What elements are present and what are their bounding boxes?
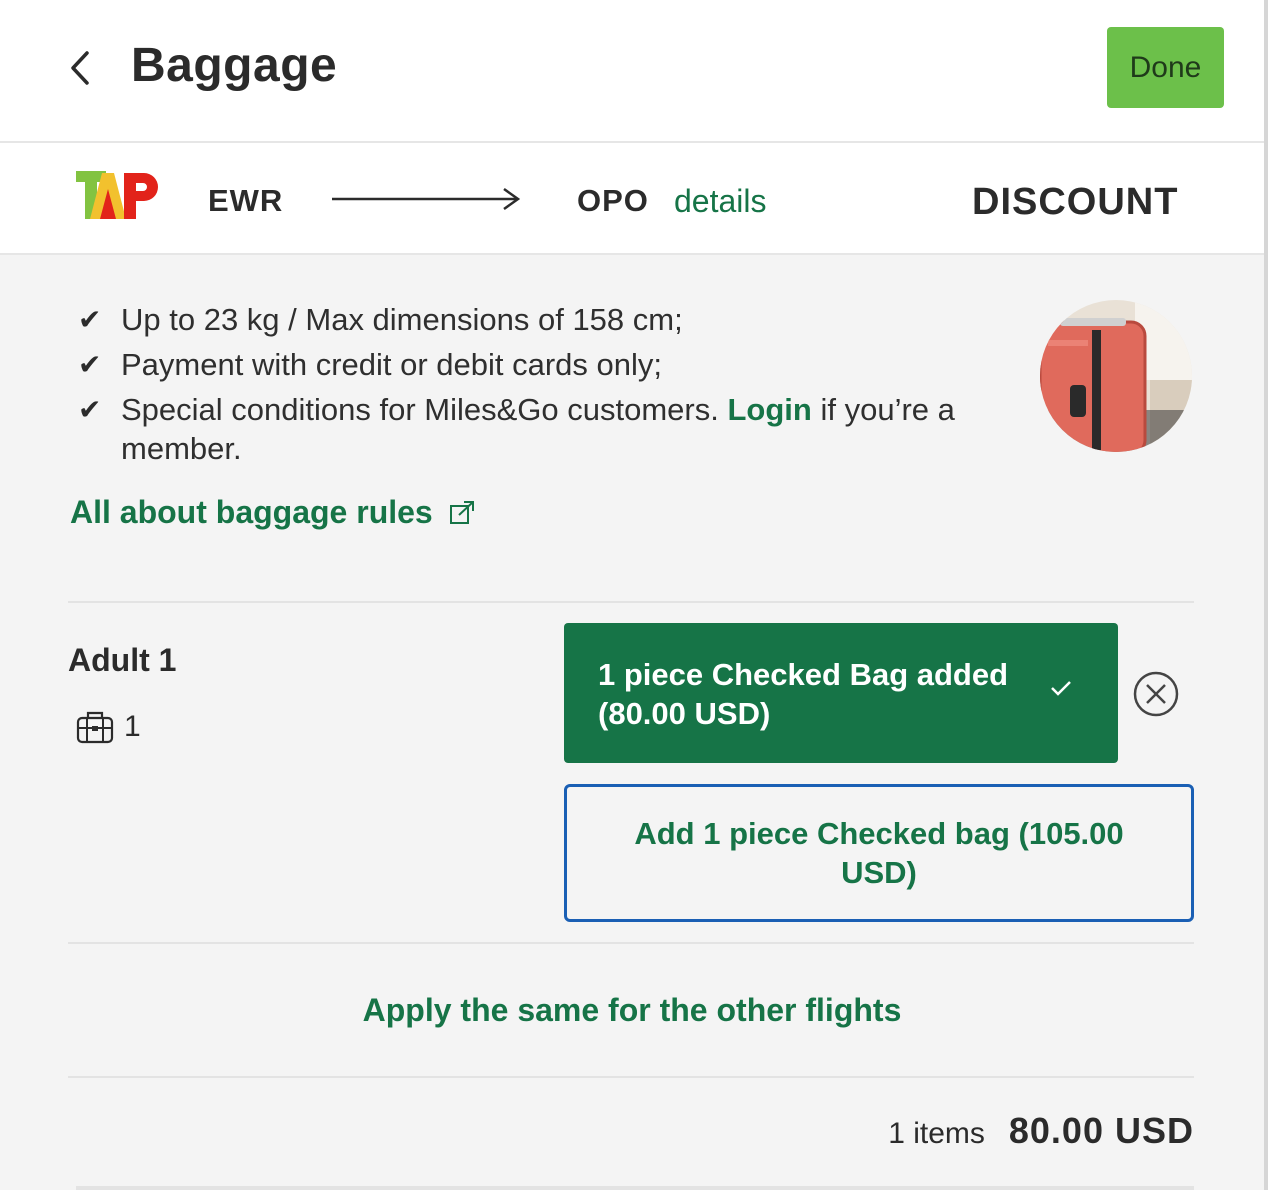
list-item: ✔ Up to 23 kg / Max dimensions of 158 cm… (78, 300, 978, 339)
remove-bag-icon[interactable] (1133, 671, 1179, 717)
header: Baggage Done (0, 0, 1264, 143)
checkmark-icon: ✔ (78, 304, 102, 335)
external-link-icon (449, 500, 474, 524)
suitcase-icon (76, 711, 114, 744)
passenger-name: Adult 1 (68, 642, 177, 678)
tap-airline-logo (76, 171, 158, 219)
flight-summary-bar: EWR OPO details DISCOUNT (0, 143, 1264, 255)
condition-text: Up to 23 kg / Max dimensions of 158 cm; (121, 302, 683, 337)
bag-count-value: 1 (124, 710, 141, 743)
page-title: Baggage (131, 39, 338, 92)
check-icon (1051, 681, 1071, 696)
apply-other-flights-link[interactable]: Apply the same for the other flights (0, 992, 1264, 1029)
list-item: ✔ Special conditions for Miles&Go custom… (78, 390, 978, 468)
divider (68, 942, 1194, 944)
login-link[interactable]: Login (727, 392, 811, 427)
destination-airport: OPO (577, 183, 649, 218)
suitcase-photo (1040, 300, 1192, 452)
baggage-rules-link[interactable]: All about baggage rules (70, 494, 475, 531)
checkmark-icon: ✔ (78, 394, 102, 425)
add-bag-button[interactable]: Add 1 piece Checked bag (105.00 USD) (564, 784, 1194, 922)
add-bag-label: Add 1 piece Checked bag (105.00 USD) (634, 816, 1124, 890)
list-item: ✔ Payment with credit or debit cards onl… (78, 345, 978, 384)
divider (68, 601, 1194, 603)
fare-class-label: DISCOUNT (972, 181, 1179, 223)
arrow-right-icon (332, 187, 521, 211)
order-summary: 1 items 80.00 USD (888, 1110, 1194, 1152)
added-bag-option[interactable]: 1 piece Checked Bag added (80.00 USD) (564, 623, 1118, 763)
condition-text: Payment with credit or debit cards only; (121, 347, 663, 382)
done-button[interactable]: Done (1107, 27, 1224, 108)
checkmark-icon: ✔ (78, 349, 102, 380)
condition-text: Special conditions for Miles&Go customer… (121, 392, 719, 427)
divider (68, 1076, 1194, 1078)
total-price: 80.00 USD (1008, 1110, 1194, 1151)
added-bag-label: 1 piece Checked Bag added (80.00 USD) (598, 657, 1009, 731)
passenger-bag-count: 1 (76, 710, 141, 744)
chevron-left-icon (71, 51, 89, 85)
divider (76, 1186, 1194, 1190)
item-count: 1 items (888, 1117, 985, 1150)
back-button[interactable] (58, 40, 102, 96)
flight-details-link[interactable]: details (674, 183, 767, 220)
scrollbar-track[interactable] (1264, 0, 1268, 1190)
baggage-rules-label: All about baggage rules (70, 494, 433, 530)
origin-airport: EWR (208, 183, 284, 218)
baggage-conditions-list: ✔ Up to 23 kg / Max dimensions of 158 cm… (78, 300, 978, 474)
